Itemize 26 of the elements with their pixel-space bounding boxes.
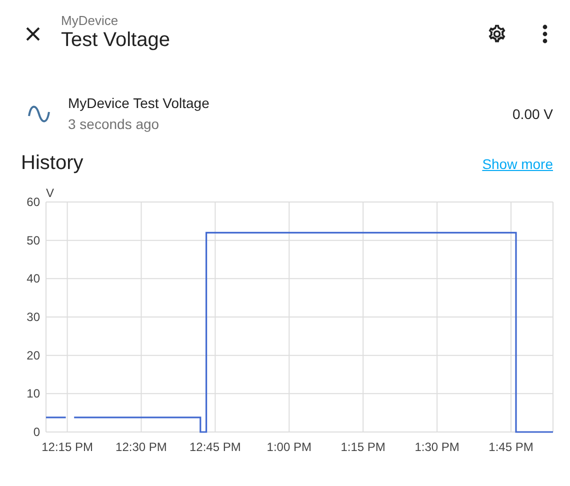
x-tick-label: 12:45 PM — [190, 440, 241, 454]
device-name: MyDevice — [61, 12, 120, 28]
x-tick-label: 1:00 PM — [266, 440, 312, 454]
x-tick-label: 1:15 PM — [340, 440, 386, 454]
y-tick-label: 20 — [26, 348, 40, 362]
y-tick-label: 0 — [33, 425, 40, 439]
entity-state: 0.00 V — [512, 106, 553, 122]
y-tick-label: 30 — [26, 310, 40, 324]
show-more-link[interactable]: Show more — [482, 156, 553, 172]
sine-wave-icon — [27, 104, 51, 124]
more-options-icon[interactable] — [542, 24, 548, 44]
entity-name: MyDevice Test Voltage — [68, 95, 210, 111]
y-tick-label: 50 — [26, 233, 40, 248]
x-tick-label: 1:45 PM — [488, 440, 534, 454]
close-icon — [25, 26, 41, 42]
history-title: History — [21, 152, 84, 175]
x-tick-label: 1:30 PM — [414, 440, 460, 454]
last-updated: 3 seconds ago — [68, 116, 160, 132]
y-tick-label: 40 — [26, 272, 40, 286]
y-tick-label: 60 — [26, 195, 40, 209]
dialog-title: Test Voltage — [61, 28, 171, 52]
settings-icon[interactable] — [486, 23, 508, 45]
y-axis-unit: V — [46, 186, 54, 200]
y-tick-label: 10 — [26, 386, 40, 401]
x-tick-label: 12:30 PM — [116, 440, 167, 454]
x-tick-label: 12:15 PM — [42, 440, 93, 454]
